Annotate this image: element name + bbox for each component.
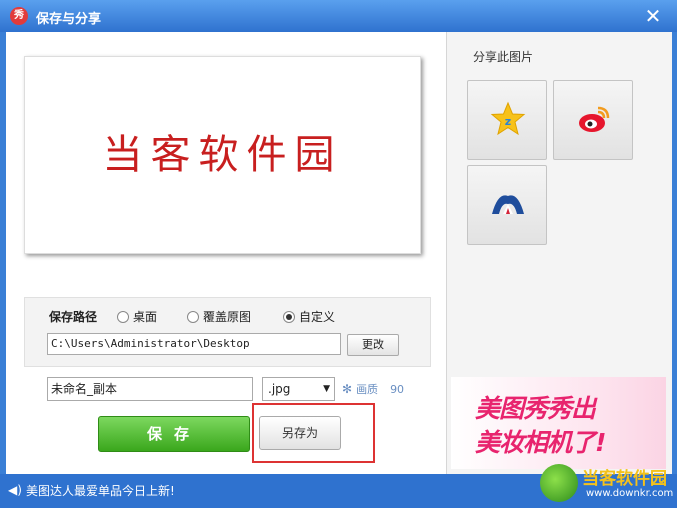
renren-icon [492,195,524,214]
format-select[interactable]: .jpg ▼ [262,377,335,401]
app-logo-icon: 秀 [10,7,28,25]
ad-line-2: 美妆相机了! [475,428,606,457]
watermark-url: www.downkr.com [586,488,674,499]
change-path-button[interactable]: 更改 [347,334,399,356]
format-value: .jpg [268,382,291,396]
quality-value: 90 [390,382,405,396]
radio-desktop-label: 桌面 [133,310,158,324]
title-bar: 秀 保存与分享 ✕ [0,0,677,32]
image-preview: 当客软件园 [24,56,421,254]
save-path-panel: 保存路径 桌面 覆盖原图 自定义 C:\Users\Administrator\… [24,297,431,367]
dialog-title: 保存与分享 [36,12,102,27]
gear-icon: ✻ [342,382,353,396]
radio-overwrite[interactable]: 覆盖原图 [187,308,251,325]
svg-text:z: z [505,115,511,128]
radio-custom-dot [283,310,295,323]
radio-overwrite-label: 覆盖原图 [203,310,252,324]
filename-field[interactable]: 未命名_副本 [47,377,253,401]
share-pane: 分享此图片 z 美图秀秀出 美妆相机了! [446,32,672,474]
share-title: 分享此图片 [473,50,534,64]
speaker-icon: ◀) [8,483,22,497]
share-weibo-button[interactable] [553,80,633,160]
watermark-title: 当客软件园 [582,469,667,489]
qzone-icon: z [490,101,526,136]
ad-line-1: 美图秀秀出 [475,394,596,423]
ad-banner[interactable]: 美图秀秀出 美妆相机了! [451,377,666,469]
radio-desktop-dot [117,310,129,323]
chevron-down-icon: ▼ [323,384,330,394]
dialog-body: 当客软件园 保存路径 桌面 覆盖原图 自定义 C:\Users\Administ… [6,32,672,474]
watermark: 当客软件园 www.downkr.com [540,462,677,508]
radio-custom-label: 自定义 [299,310,336,324]
preview-image-text: 当客软件园 [102,132,343,178]
save-as-button[interactable]: 另存为 [259,416,341,450]
watermark-logo-icon [540,464,578,502]
save-share-dialog: 秀 保存与分享 ✕ 当客软件园 保存路径 桌面 覆盖原图 自定义 C:\User… [0,0,677,508]
radio-desktop[interactable]: 桌面 [117,308,157,325]
quality-label: 画质 [356,383,379,396]
status-news-link[interactable]: 美图达人最爱单品今日上新! [26,482,175,499]
quality-setting[interactable]: ✻ 画质 90 [342,381,404,397]
radio-custom[interactable]: 自定义 [283,308,335,325]
radio-overwrite-dot [187,310,199,323]
save-pane: 当客软件园 保存路径 桌面 覆盖原图 自定义 C:\Users\Administ… [6,32,446,474]
save-button[interactable]: 保存 [98,416,250,452]
share-renren-button[interactable] [467,165,547,245]
weibo-icon [579,106,610,132]
close-button[interactable]: ✕ [643,5,663,27]
save-path-label: 保存路径 [49,310,98,324]
share-qzone-button[interactable]: z [467,80,547,160]
save-path-field[interactable]: C:\Users\Administrator\Desktop [47,333,341,355]
